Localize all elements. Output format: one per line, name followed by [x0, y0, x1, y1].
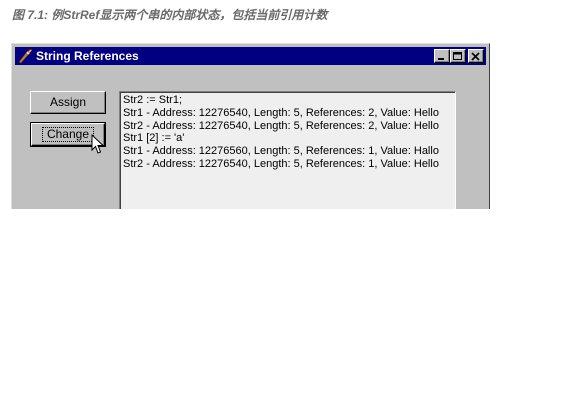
maximize-icon: [453, 52, 462, 60]
minimize-icon: [438, 58, 444, 60]
log-line: Str1 - Address: 12276560, Length: 5, Ref…: [123, 145, 439, 158]
log-line: Str2 - Address: 12276540, Length: 5, Ref…: [123, 157, 439, 170]
log-line: Str1 [2] := 'a': [123, 132, 185, 145]
pointer-cursor-icon: [91, 134, 105, 154]
log-line: Str1 - Address: 12276540, Length: 5, Ref…: [123, 106, 439, 119]
log-output[interactable]: Str2 := Str1; Str1 - Address: 12276540, …: [119, 91, 456, 209]
figure-caption: 图 7.1: 例StrRef显示两个串的内部状态，包括当前引用计数: [12, 8, 328, 22]
close-button[interactable]: [468, 49, 484, 63]
assign-button-label: Assign: [49, 95, 87, 109]
string-references-window: String References Assign Change Str2:= …: [11, 43, 490, 209]
title-bar-controls: [434, 49, 484, 63]
log-line: Str2 - Address: 12276540, Length: 5, Ref…: [123, 119, 439, 132]
log-line: Str2 := Str1;: [123, 94, 182, 106]
window-title: String References: [36, 49, 139, 63]
maximize-button[interactable]: [450, 49, 466, 63]
title-bar[interactable]: String References: [15, 47, 486, 65]
torch-icon[interactable]: [17, 48, 33, 64]
minimize-button[interactable]: [434, 49, 450, 63]
assign-button[interactable]: Assign: [30, 91, 106, 114]
close-icon: [471, 52, 480, 61]
change-button-label: Change: [41, 127, 95, 142]
